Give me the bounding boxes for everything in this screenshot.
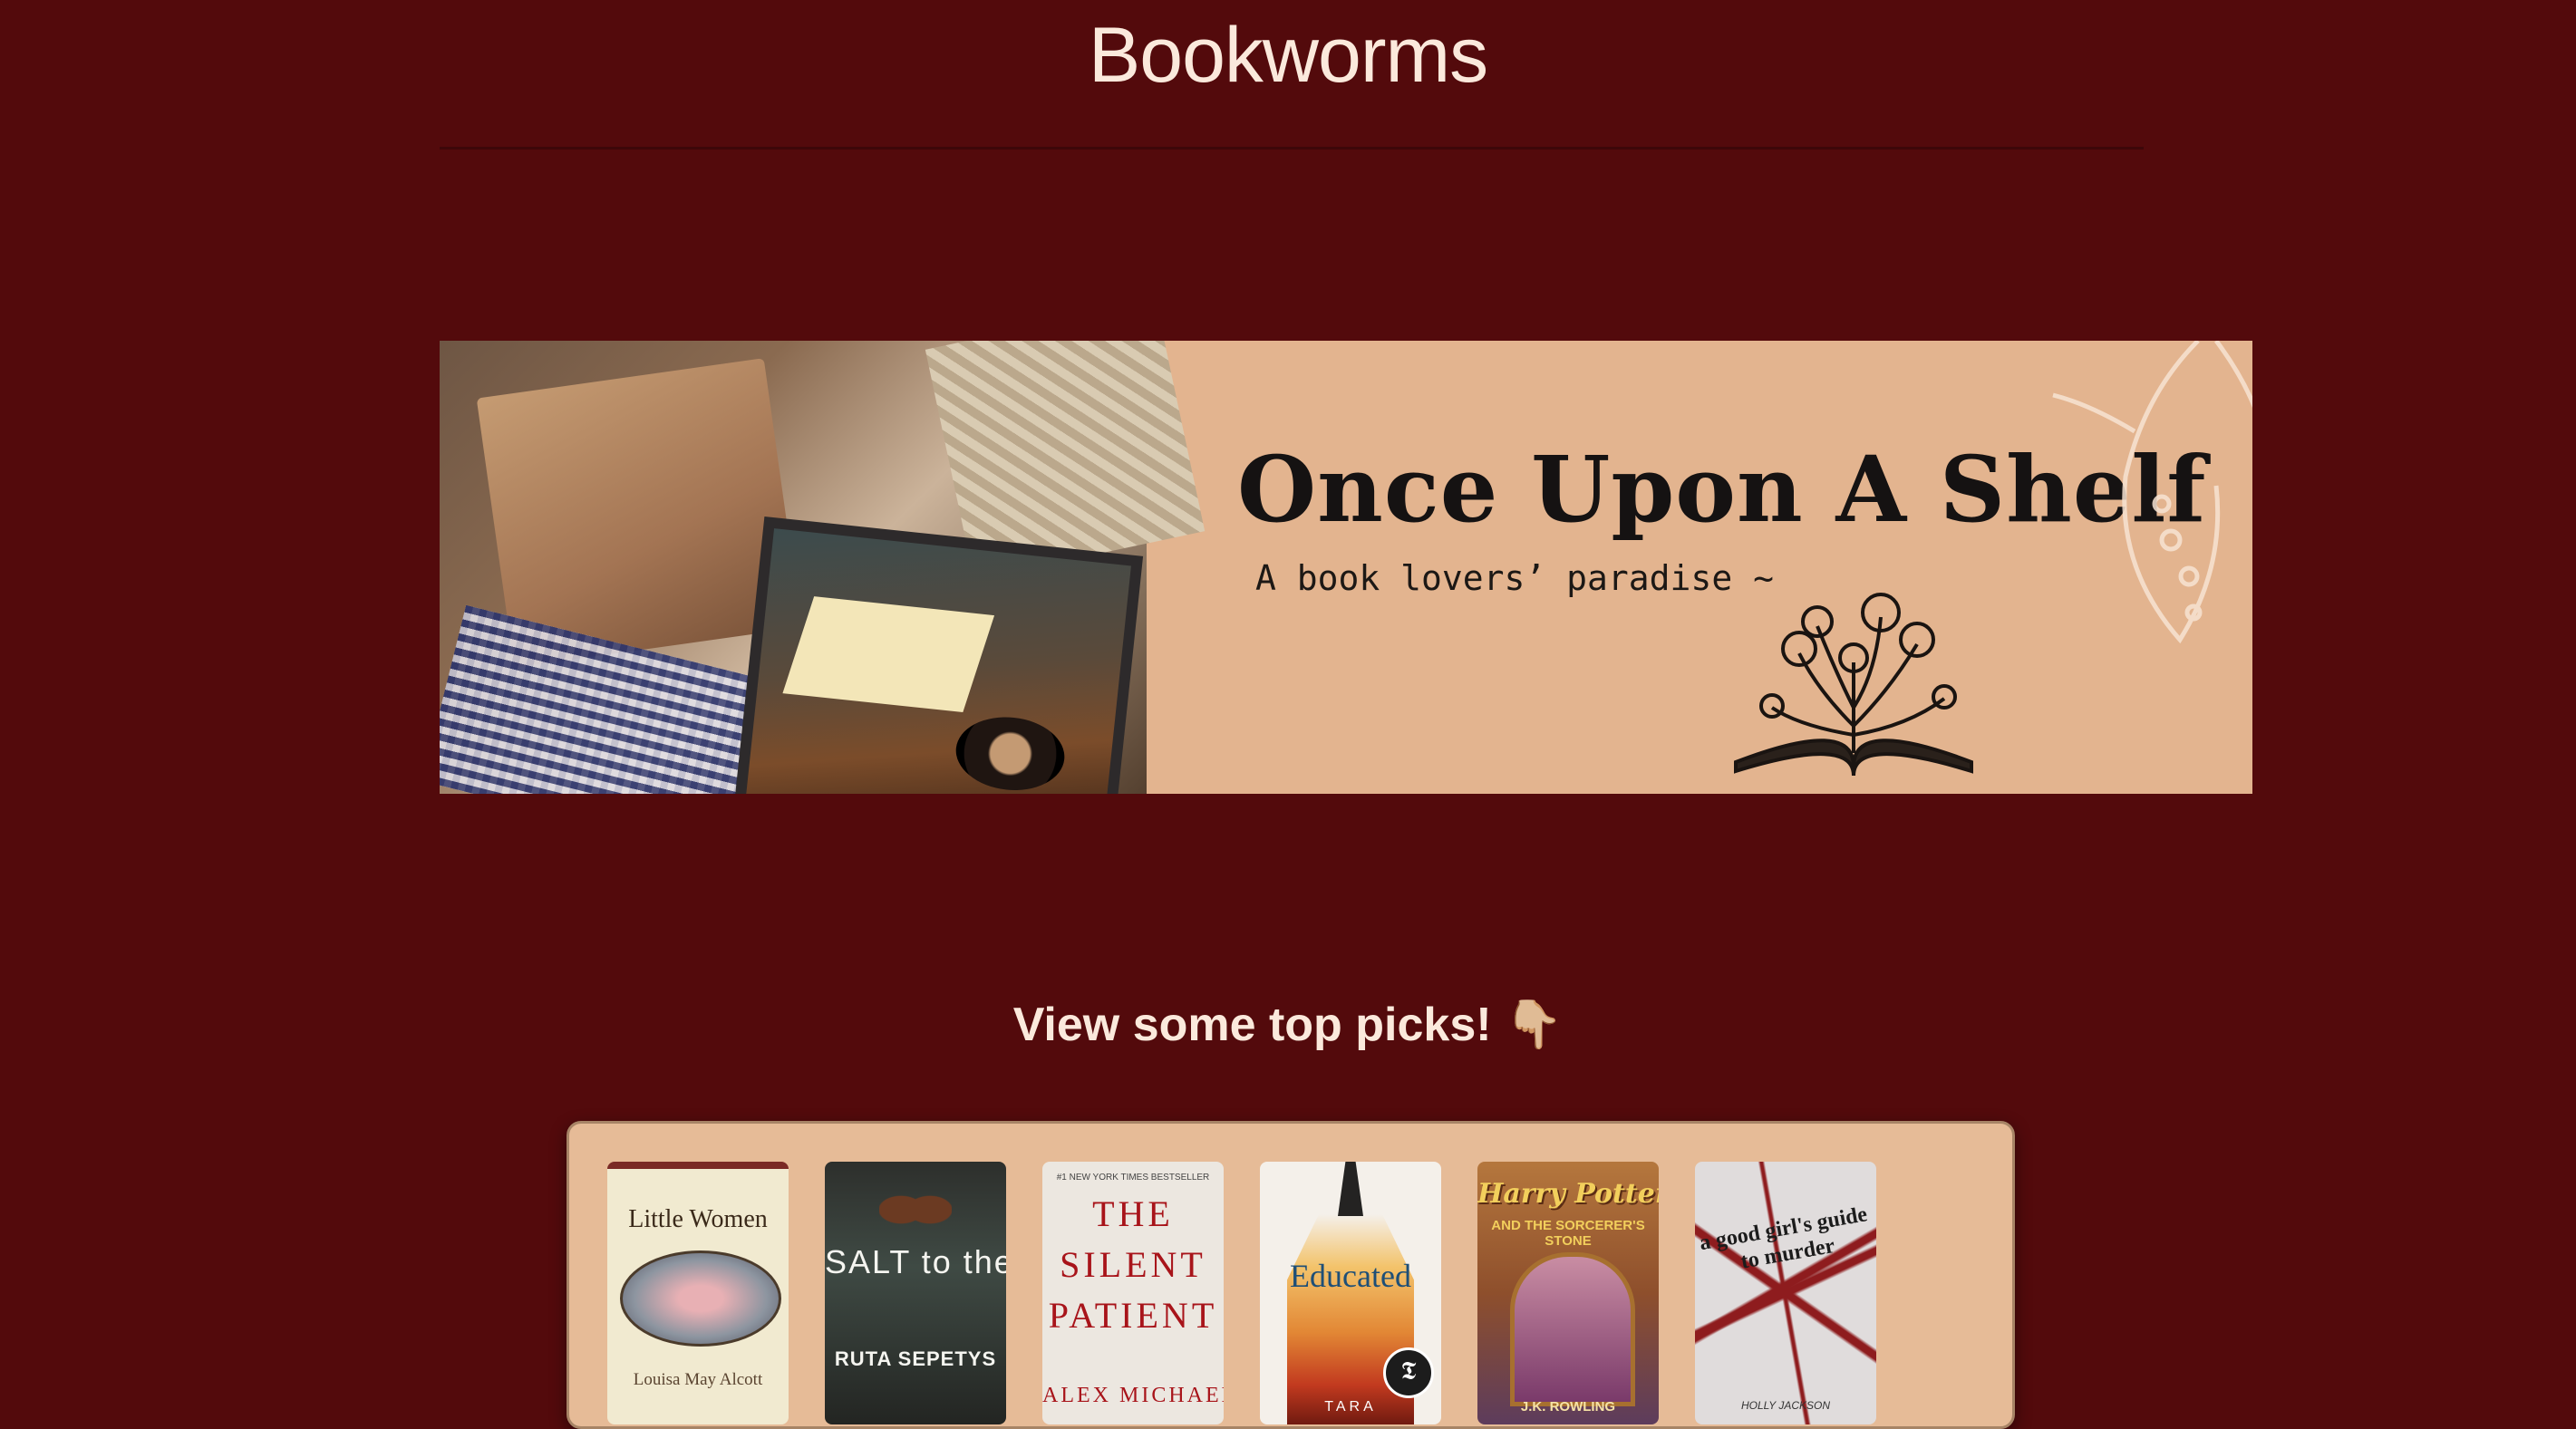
book-title: SALT to the SEA [825,1243,1006,1280]
book-title: Harry Potter [1477,1178,1659,1210]
book-cover-little-women[interactable]: Little Women Louisa May Alcott [607,1162,789,1424]
banner-tagline: A book lovers’ paradise ~ [1255,558,1774,598]
book-author: TARA [1324,1399,1377,1415]
site-title: Bookworms [1088,12,1488,99]
book-subtitle: AND THE SORCERER'S STONE [1491,1218,1645,1249]
red-string-illustration [1695,1162,1876,1424]
book-cover-salt-to-the-sea[interactable]: SALT to the SEA RUTA SEPETYS [825,1162,1006,1424]
book-author: RUTA SEPETYS [834,1347,997,1370]
bestseller-tagline: #1 NEW YORK TIMES BESTSELLER [1056,1173,1210,1183]
book-carousel: Little Women Louisa May Alcott SALT to t… [567,1121,2015,1429]
flower-book-icon [1734,593,1973,777]
open-book-icon [782,596,995,713]
banner-photo-collage [440,341,1206,794]
book-cover-good-girls-guide[interactable]: a good girl's guide to murder HOLLY JACK… [1695,1162,1876,1424]
book-title: THE SILENT PATIENT [1048,1193,1218,1336]
title-divider [440,147,2144,150]
pointing-down-hand-icon: 👇🏼 [1504,999,1564,1051]
book-cover-harry-potter[interactable]: Harry Potter AND THE SORCERER'S STONE J.… [1477,1162,1659,1424]
top-picks-heading: View some top picks! 👇🏼 [0,997,2576,1052]
butterfly-icon [2052,341,2252,644]
book-author: HOLLY JACKSON [1740,1399,1831,1412]
book-author: J.K. ROWLING [1520,1399,1616,1415]
book-title: Educated [1290,1258,1411,1294]
shoes-illustration [879,1178,952,1241]
cover-illustration [620,1250,781,1347]
coffee-cup-icon [952,711,1069,794]
book-author: Louisa May Alcott [633,1370,763,1389]
book-cover-silent-patient[interactable]: #1 NEW YORK TIMES BESTSELLER THE SILENT … [1042,1162,1224,1424]
arch-illustration [1510,1252,1635,1406]
top-picks-label: View some top picks! [1012,999,1492,1051]
nyt-seal-icon: 𝕿 [1383,1347,1434,1398]
book-cover-educated[interactable]: Educated 𝕿 TARA [1260,1162,1441,1424]
coffee-book-photo [732,516,1144,794]
hero-banner: Once Upon A Shelf A book lovers’ paradis… [440,341,2252,794]
book-title: Little Women [628,1205,768,1233]
